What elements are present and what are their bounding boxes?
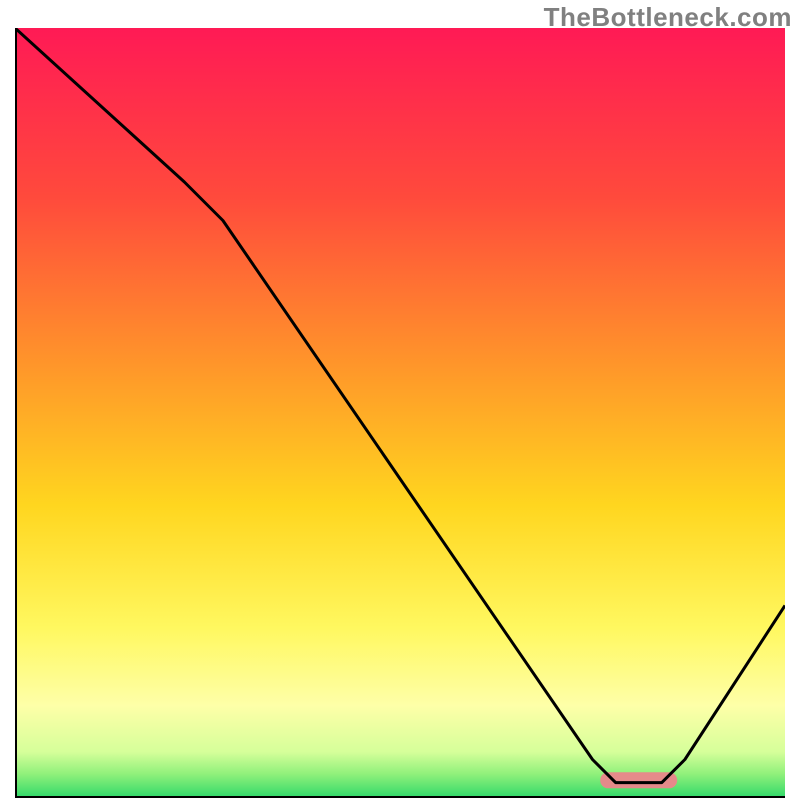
chart-plot bbox=[15, 28, 785, 798]
chart-svg bbox=[15, 28, 785, 798]
chart-background bbox=[15, 28, 785, 798]
chart-container: TheBottleneck.com bbox=[0, 0, 800, 800]
